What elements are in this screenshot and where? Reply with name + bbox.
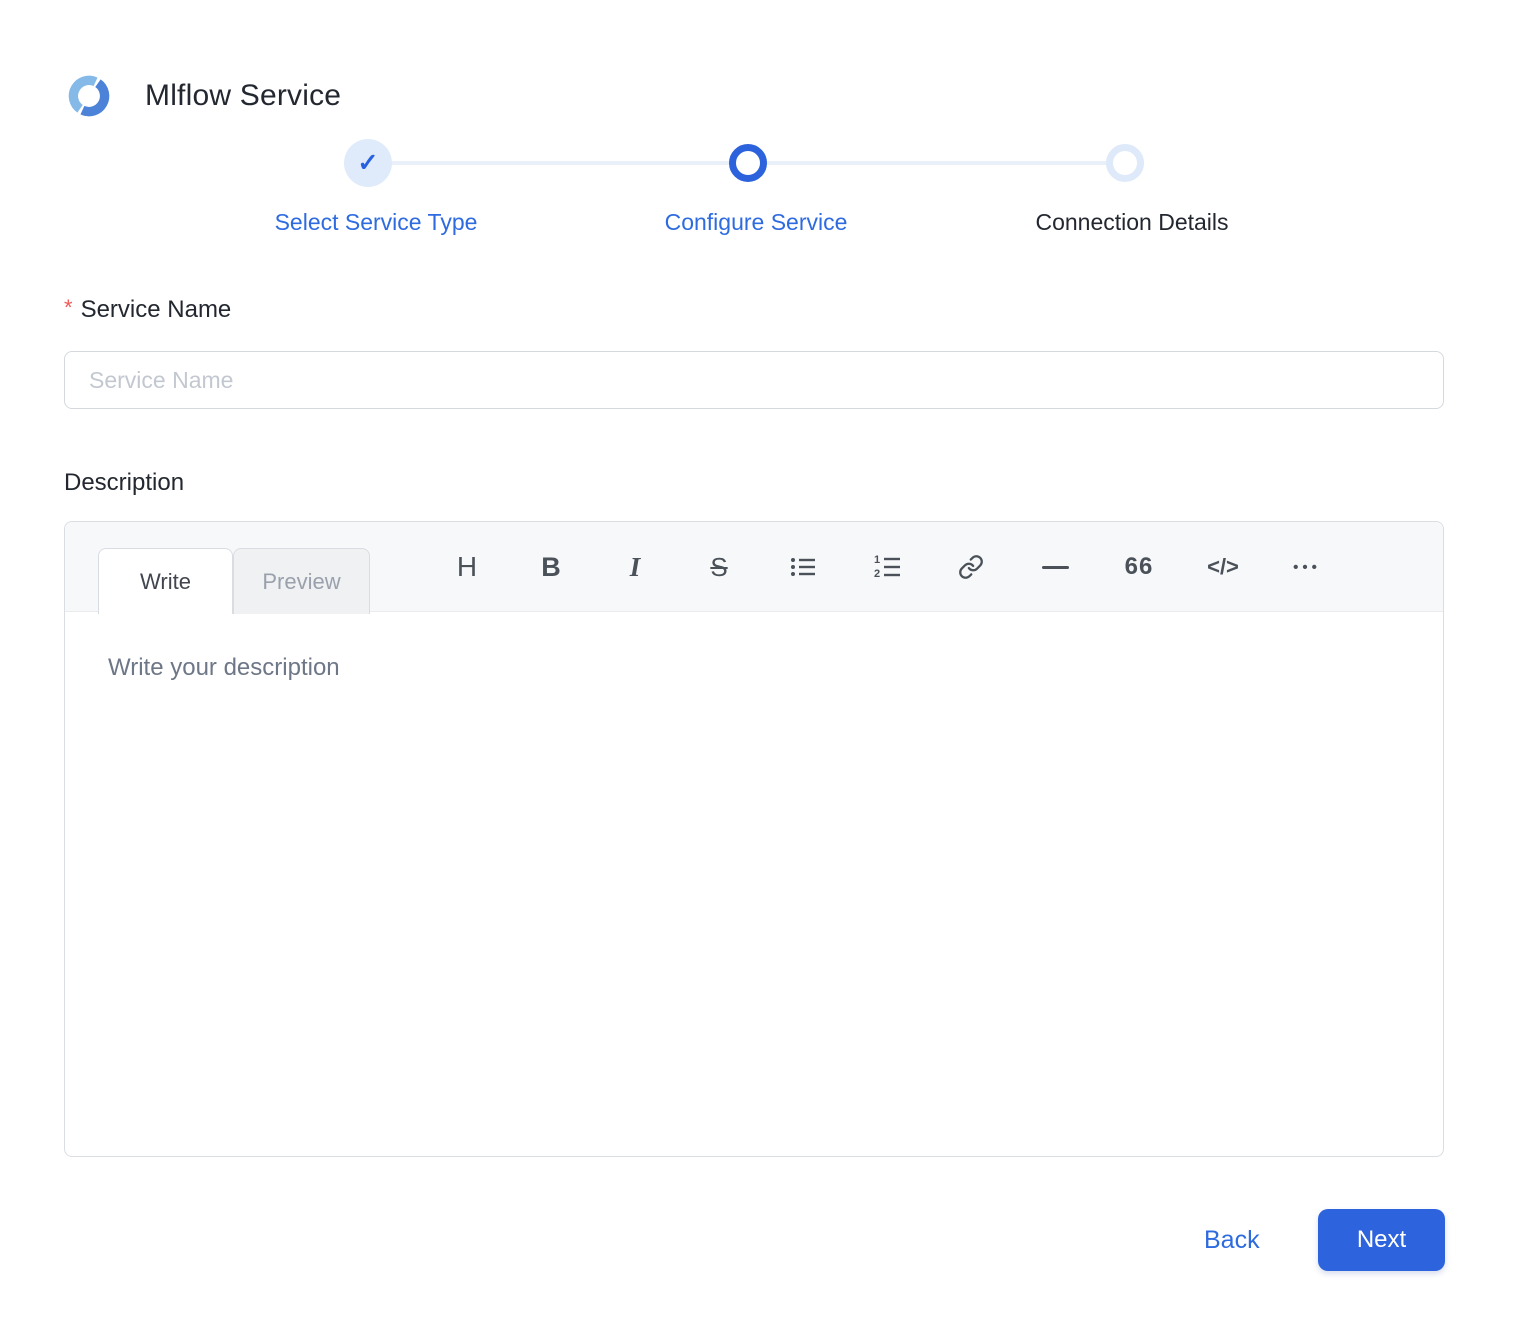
italic-icon[interactable]: I (593, 522, 677, 612)
service-name-input[interactable] (64, 351, 1444, 409)
heading-icon[interactable]: H (425, 522, 509, 612)
step-label-connection-details: Connection Details (1035, 209, 1228, 236)
step-configure-service-indicator[interactable] (729, 144, 767, 182)
formatting-toolbar: H B I S 1 2 (425, 522, 1349, 612)
editor-toolbar-bar: Write Preview H B I S 1 (65, 522, 1443, 612)
ordered-list-icon[interactable]: 1 2 (845, 522, 929, 612)
bold-icon[interactable]: B (509, 522, 593, 612)
wizard-page: Mlflow Service ✓ Select Service Type Con… (0, 0, 1514, 1340)
required-asterisk: * (64, 295, 73, 320)
markdown-editor: Write Preview H B I S 1 (64, 521, 1444, 1157)
editor-body (65, 612, 1443, 1157)
tab-write[interactable]: Write (98, 548, 233, 614)
description-label: Description (64, 469, 184, 497)
step-label-configure-service: Configure Service (665, 209, 848, 236)
more-options-icon[interactable]: ••• (1265, 522, 1349, 612)
check-icon: ✓ (358, 151, 379, 176)
back-button[interactable]: Back (1204, 1226, 1260, 1255)
strikethrough-icon[interactable]: S (677, 522, 761, 612)
unordered-list-icon[interactable] (761, 522, 845, 612)
quote-icon[interactable]: 66 (1097, 522, 1181, 612)
horizontal-rule-icon[interactable] (1013, 522, 1097, 612)
next-button[interactable]: Next (1318, 1209, 1445, 1271)
step-select-service-type-indicator[interactable]: ✓ (344, 139, 392, 187)
tab-preview[interactable]: Preview (233, 548, 370, 614)
description-input[interactable] (65, 612, 1443, 1157)
service-name-label: * Service Name (64, 295, 231, 324)
mlflow-sync-logo-icon (64, 71, 114, 121)
service-name-label-text: Service Name (81, 296, 232, 323)
code-icon[interactable]: </> (1181, 522, 1265, 612)
step-connection-details-indicator[interactable] (1106, 144, 1144, 182)
link-icon[interactable] (929, 522, 1013, 612)
svg-text:1: 1 (874, 554, 880, 566)
page-title: Mlflow Service (145, 79, 341, 113)
page-header: Mlflow Service (64, 71, 341, 121)
svg-text:2: 2 (874, 568, 880, 580)
step-label-select-service-type: Select Service Type (275, 209, 478, 236)
